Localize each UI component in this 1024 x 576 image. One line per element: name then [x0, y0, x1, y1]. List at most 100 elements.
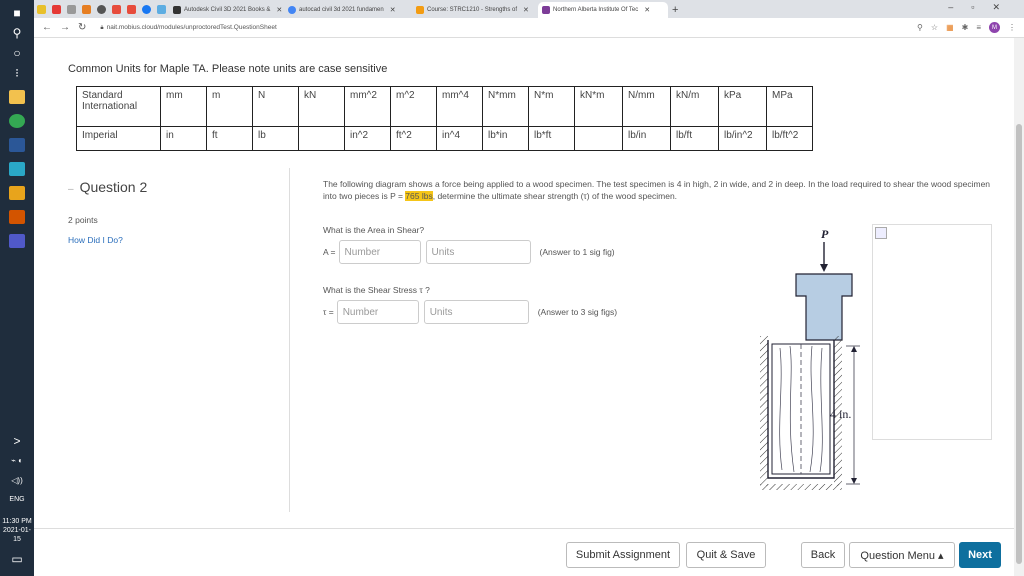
shear-stress-units-input[interactable]: [423, 300, 529, 324]
close-tab-icon[interactable]: ✕: [276, 6, 282, 14]
browser-window: Autodesk Civil 3D 2021 Books & ✕ autocad…: [34, 0, 1024, 576]
tab-label: Course: STRC1210 - Strengths of: [427, 7, 518, 13]
area-prompt: What is the Area in Shear?: [323, 225, 425, 235]
url-field[interactable]: 🔒︎ nait.mobius.cloud/modules/unproctoredT…: [100, 24, 276, 32]
support-hatch-left: [760, 336, 768, 486]
file-explorer-icon[interactable]: [9, 90, 25, 104]
unit-cell: N/mm: [622, 86, 671, 127]
tray-chevron-icon[interactable]: >: [13, 434, 20, 448]
unit-cell: MPa: [766, 86, 813, 127]
how-did-i-do-link[interactable]: How Did I Do?: [68, 235, 123, 245]
pinned-tab-icon[interactable]: [127, 5, 136, 14]
profile-avatar[interactable]: M: [989, 22, 1000, 33]
teams-icon[interactable]: [9, 234, 25, 248]
forward-arrow-icon[interactable]: →: [60, 22, 70, 33]
unit-cell: [574, 126, 623, 151]
unit-cell: in^4: [436, 126, 483, 151]
volume-icon[interactable]: ◁)): [11, 474, 22, 488]
reload-icon[interactable]: ↻: [78, 22, 86, 33]
pinned-tab-icon[interactable]: [82, 5, 91, 14]
chrome-icon[interactable]: [9, 114, 25, 128]
tab-label: autocad civil 3d 2021 fundamen: [299, 7, 384, 13]
pinned-tab-icon[interactable]: [67, 5, 76, 14]
units-heading: Common Units for Maple TA. Please note u…: [68, 63, 388, 75]
pinned-tab-icon[interactable]: [112, 5, 121, 14]
tab-nait[interactable]: Northern Alberta Institute Of Tec ✕: [538, 2, 668, 18]
shear-stress-answer-row: τ = (Answer to 3 sig figs): [323, 300, 617, 324]
language-indicator[interactable]: ENG: [9, 496, 24, 503]
close-tab-icon[interactable]: ✕: [523, 6, 529, 14]
unit-cell: kN/m: [670, 86, 719, 127]
unit-cell: kPa: [718, 86, 767, 127]
menu-kebab-icon[interactable]: ⋮: [1008, 23, 1016, 32]
question-menu-button[interactable]: Question Menu ▴: [849, 542, 955, 568]
unit-cell: lb/in: [622, 126, 671, 151]
unit-cell: kN*m: [574, 86, 623, 127]
question-text: The following diagram shows a force bein…: [323, 178, 995, 202]
tab-label: Autodesk Civil 3D 2021 Books &: [184, 7, 271, 13]
new-tab-button[interactable]: +: [668, 2, 682, 18]
clock[interactable]: 11:30 PM 2021-01-15: [0, 517, 34, 544]
area-units-input[interactable]: [425, 240, 531, 264]
apps-grid-icon[interactable]: ⁝: [15, 66, 19, 80]
pinned-tab-icon[interactable]: [157, 5, 166, 14]
shear-stress-number-input[interactable]: [336, 300, 419, 324]
media-icon[interactable]: ≡: [976, 23, 981, 32]
pinned-tab-icon[interactable]: [37, 5, 46, 14]
minimize-icon[interactable]: –: [948, 2, 971, 12]
broken-image-icon: [875, 227, 887, 239]
google-favicon-icon: [288, 6, 296, 14]
quit-save-button[interactable]: Quit & Save: [686, 542, 766, 568]
unit-cell: lb/ft^2: [766, 126, 813, 151]
civil3d-icon[interactable]: [9, 162, 25, 176]
collapse-dash-icon[interactable]: –: [68, 184, 74, 195]
unit-cell: N: [252, 86, 299, 127]
zoom-icon[interactable]: ⚲: [917, 23, 923, 32]
pinned-tab-icon[interactable]: [97, 5, 106, 14]
unit-cell: m^2: [390, 86, 437, 127]
scrollbar-thumb[interactable]: [1016, 124, 1022, 564]
word-icon[interactable]: [9, 138, 25, 152]
pinned-tab-icon[interactable]: [52, 5, 61, 14]
back-arrow-icon[interactable]: ←: [42, 22, 52, 33]
close-tab-icon[interactable]: ✕: [390, 6, 396, 14]
pinned-tab-icon[interactable]: [142, 5, 151, 14]
bookmark-star-icon[interactable]: ☆: [931, 23, 938, 32]
close-tab-icon[interactable]: ✕: [644, 6, 650, 14]
support-hatch-bottom: [760, 484, 842, 490]
units-table: Standard International mm m NkN mm^2 m^2 mm^4…: [76, 86, 813, 151]
store-icon[interactable]: [9, 210, 25, 224]
search-icon[interactable]: ⚲: [13, 26, 22, 40]
submit-assignment-button[interactable]: Submit Assignment: [566, 542, 680, 568]
area-number-input[interactable]: [338, 240, 421, 264]
network-icon[interactable]: ⌁ ◐: [11, 454, 23, 468]
page-scrollbar[interactable]: [1014, 38, 1024, 576]
unit-cell: N*m: [528, 86, 575, 127]
area-symbol: A =: [323, 247, 336, 257]
toolbar-right: ⚲ ☆ ▦ ✱ ≡ M ⋮: [917, 22, 1016, 33]
unit-cell: lb*ft: [528, 126, 575, 151]
moodle-favicon-icon: [416, 6, 424, 14]
next-button[interactable]: Next: [959, 542, 1001, 568]
unit-cell: lb/in^2: [718, 126, 767, 151]
task-view-icon[interactable]: ○: [13, 46, 20, 60]
restore-icon[interactable]: ▫: [971, 2, 992, 12]
mobius-favicon-icon: [542, 6, 550, 14]
question-sidebar: – Question 2 2 points How Did I Do?: [68, 168, 290, 512]
extension-icon[interactable]: ▦: [946, 23, 954, 32]
windows-start-icon[interactable]: ■: [13, 6, 20, 20]
back-button[interactable]: Back: [801, 542, 845, 568]
dimension-arrow-bottom-icon: [851, 478, 857, 484]
clock-date: 2021-01-15: [2, 527, 32, 543]
units-row-imperial: Imperial in ft lb in^2 ft^2 in^4 lb*in lb*ft lb/…: [76, 126, 813, 151]
tab-course[interactable]: Course: STRC1210 - Strengths of ✕: [412, 2, 538, 18]
lock-icon[interactable]: 🔒︎: [100, 25, 103, 31]
tab-autodesk[interactable]: Autodesk Civil 3D 2021 Books & ✕: [169, 2, 284, 18]
url-text: nait.mobius.cloud/modules/unproctoredTes…: [106, 23, 277, 31]
pdf-icon[interactable]: [9, 186, 25, 200]
tab-google-search[interactable]: autocad civil 3d 2021 fundamen ✕: [284, 2, 412, 18]
question-footer: Submit Assignment Quit & Save Back Quest…: [34, 528, 1014, 576]
notifications-icon[interactable]: ▭: [11, 552, 22, 566]
puzzle-extension-icon[interactable]: ✱: [962, 23, 969, 32]
close-window-icon[interactable]: ✕: [992, 2, 1018, 12]
